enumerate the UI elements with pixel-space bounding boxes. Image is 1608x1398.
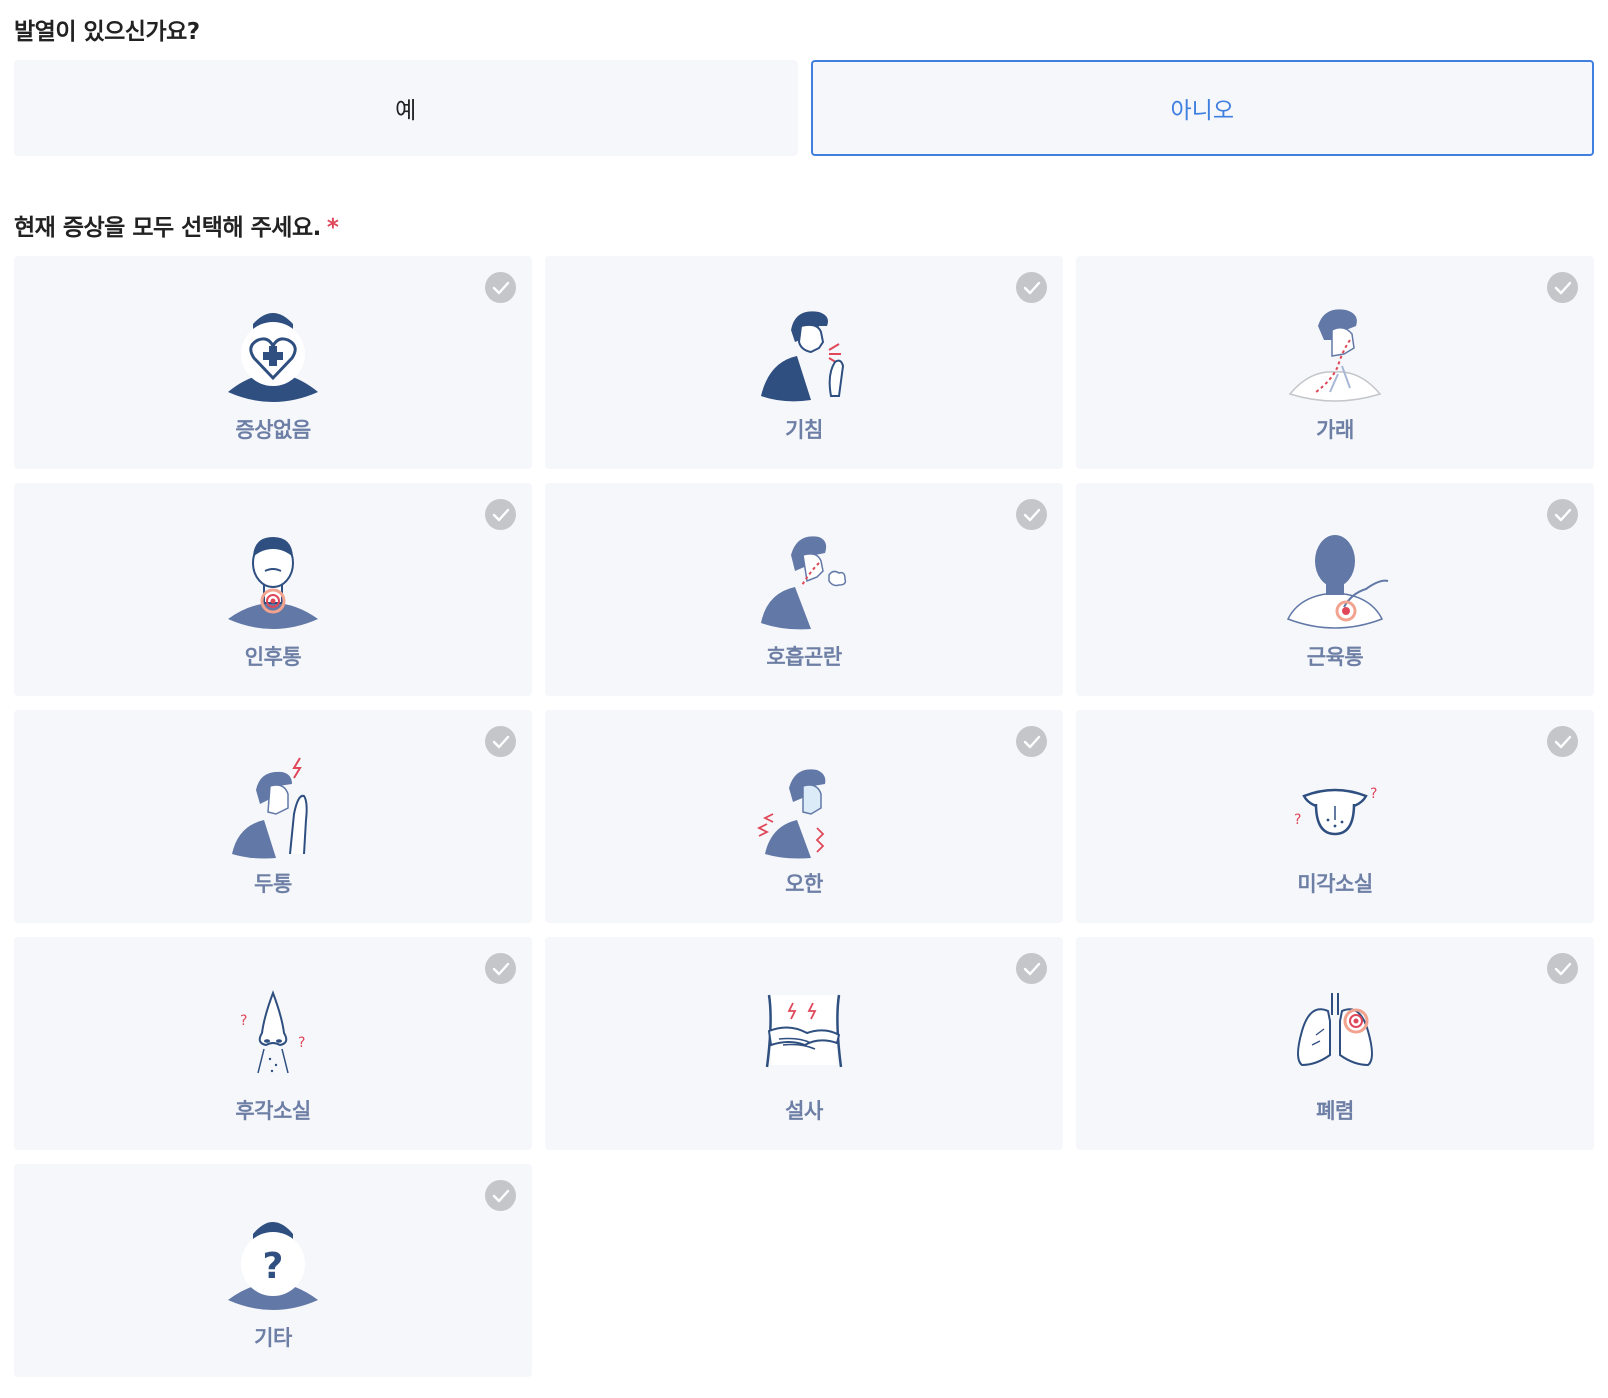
symptom-label: 호흡곤란 [766, 645, 842, 669]
symptom-label: 기타 [254, 1326, 292, 1350]
symptom-card-none[interactable]: 증상없음 [14, 256, 532, 469]
fever-yes-button[interactable]: 예 [14, 60, 798, 156]
check-icon[interactable] [485, 726, 516, 757]
fever-answer-group: 예 아니오 [14, 60, 1594, 156]
symptom-label: 기침 [785, 418, 823, 442]
symptom-label: 후각소실 [235, 1099, 311, 1123]
svg-text:?: ? [298, 1035, 305, 1051]
breathing-difficulty-icon [761, 536, 847, 630]
no-symptom-heart-icon [228, 313, 318, 402]
svg-text:?: ? [1294, 812, 1301, 828]
taste-loss-icon: ? ? [1294, 786, 1377, 836]
smell-loss-icon: ? ? [240, 990, 305, 1074]
symptom-label: 두통 [254, 872, 292, 896]
symptom-card-other[interactable]: ? 기타 [14, 1164, 532, 1377]
symptom-card-smell-loss[interactable]: ? ? 후각소실 [14, 937, 532, 1150]
phlegm-icon [1288, 309, 1382, 402]
check-icon[interactable] [1016, 726, 1047, 757]
symptom-label: 미각소실 [1297, 872, 1373, 896]
other-question-icon: ? [228, 1222, 318, 1310]
symptom-card-headache[interactable]: 두통 [14, 710, 532, 923]
symptom-label: 근육통 [1306, 645, 1364, 669]
symptom-card-muscle-pain[interactable]: 근육통 [1076, 483, 1594, 696]
fever-question-title: 발열이 있으신가요? [14, 19, 200, 45]
sore-throat-icon [228, 537, 318, 629]
chills-icon [756, 769, 826, 859]
symptom-label: 인후통 [244, 645, 302, 669]
symptom-label: 폐렴 [1316, 1099, 1354, 1123]
check-icon[interactable] [1016, 272, 1047, 303]
symptom-label: 설사 [785, 1099, 823, 1123]
symptom-label: 증상없음 [235, 418, 311, 442]
check-icon[interactable] [485, 499, 516, 530]
diarrhea-icon [765, 994, 843, 1068]
symptom-label: 오한 [785, 872, 823, 896]
check-icon[interactable] [1016, 499, 1047, 530]
muscle-pain-icon [1286, 535, 1389, 629]
symptom-card-cough[interactable]: 기침 [545, 256, 1063, 469]
fever-no-button[interactable]: 아니오 [810, 60, 1594, 156]
check-icon[interactable] [485, 1180, 516, 1211]
check-icon[interactable] [1547, 953, 1578, 984]
symptom-card-taste-loss[interactable]: ? ? 미각소실 [1076, 710, 1594, 923]
cough-icon [761, 311, 845, 402]
symptom-grid: 증상없음 기침 가래 인후통 호흡곤란 근육통 두통 오한 ? ? 미각소실 ?… [14, 256, 1594, 1377]
symptom-card-phlegm[interactable]: 가래 [1076, 256, 1594, 469]
symptoms-question-title: 현재 증상을 모두 선택해 주세요. * [14, 208, 339, 242]
check-icon[interactable] [485, 272, 516, 303]
symptom-card-diarrhea[interactable]: 설사 [545, 937, 1063, 1150]
svg-text:?: ? [240, 1013, 247, 1029]
check-icon[interactable] [1547, 272, 1578, 303]
check-icon[interactable] [485, 953, 516, 984]
symptom-card-chills[interactable]: 오한 [545, 710, 1063, 923]
check-icon[interactable] [1016, 953, 1047, 984]
symptom-card-sore-throat[interactable]: 인후통 [14, 483, 532, 696]
symptom-card-pneumonia[interactable]: 폐렴 [1076, 937, 1594, 1150]
svg-text:?: ? [263, 1246, 284, 1287]
symptom-card-breathing[interactable]: 호흡곤란 [545, 483, 1063, 696]
check-icon[interactable] [1547, 726, 1578, 757]
symptoms-question-text: 현재 증상을 모두 선택해 주세요. [14, 215, 321, 241]
required-mark: * [326, 215, 339, 241]
svg-text:?: ? [1370, 786, 1377, 802]
pneumonia-icon [1297, 993, 1373, 1067]
headache-icon [232, 757, 308, 859]
symptom-label: 가래 [1316, 418, 1354, 442]
check-icon[interactable] [1547, 499, 1578, 530]
